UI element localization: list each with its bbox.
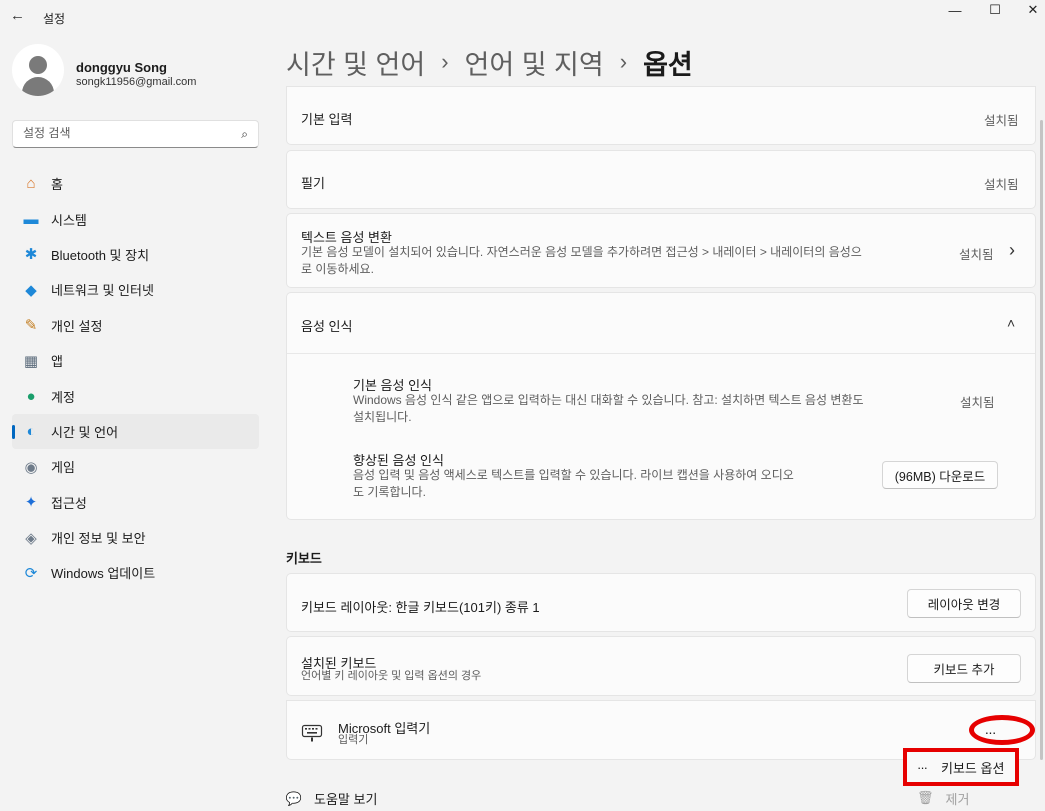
home-icon: ⌂ xyxy=(26,175,36,193)
breadcrumb-separator: › xyxy=(619,49,628,74)
download-button[interactable]: (96MB) 다운로드 xyxy=(882,461,998,489)
tts-status: 설치됨 xyxy=(959,248,994,262)
keyboard-layout-title: 키보드 레이아웃: 한글 키보드(101키) 종류 1 xyxy=(301,600,540,615)
speech-recognition-card: 음성 인식 ˄ 기본 음성 인식 Windows 음성 인식 같은 앱으로 입력… xyxy=(286,292,1036,520)
sidebar-item-home[interactable]: ⌂ 홈 xyxy=(12,166,259,201)
breadcrumb: 시간 및 언어 › 언어 및 지역 › 옵션 xyxy=(286,42,693,82)
annotation-ellipse xyxy=(969,715,1035,745)
sidebar-item-system[interactable]: ▬ 시스템 xyxy=(12,201,259,236)
trash-icon: 🗑 xyxy=(917,790,934,805)
sidebar-item-apps[interactable]: ▦ 앱 xyxy=(12,343,259,378)
close-button[interactable]: ✕ xyxy=(1010,0,1045,20)
sidebar-item-label: 접근성 xyxy=(51,495,87,511)
basic-speech-desc-line2: 설치됩니다. xyxy=(353,410,412,424)
keyboard-options-menu-item[interactable]: ··· 키보드 옵션 xyxy=(903,748,1019,786)
sidebar-item-account[interactable]: ● 계정 xyxy=(12,378,259,413)
account-icon: ● xyxy=(26,387,36,405)
keyboard-options-label: 키보드 옵션 xyxy=(941,760,1005,776)
update-icon: ⟳ xyxy=(24,564,38,582)
sidebar-item-label: 시간 및 언어 xyxy=(51,424,119,440)
shield-icon: ◈ xyxy=(25,529,37,547)
text-to-speech-card[interactable]: 텍스트 음성 변환 기본 음성 모델이 설치되어 있습니다. 자연스러운 음성 … xyxy=(286,213,1036,288)
basic-speech-desc-line1: Windows 음성 인식 같은 앱으로 입력하는 대신 대화할 수 있습니다.… xyxy=(353,393,864,407)
globe-clock-icon: ◐ xyxy=(26,422,36,440)
scrollbar[interactable] xyxy=(1040,120,1043,760)
help-label: 도움말 보기 xyxy=(314,792,378,807)
sidebar-item-wifi[interactable]: ◆ 네트워크 및 인터넷 xyxy=(12,272,259,307)
speech-recognition-header[interactable]: 음성 인식 ˄ xyxy=(287,293,1035,353)
page-title: 옵션 xyxy=(643,49,693,80)
basic-input-card: 기본 입력 설치됨 xyxy=(286,86,1036,145)
sidebar-item-gamepad[interactable]: ◉ 게임 xyxy=(12,449,259,484)
remove-menu-item[interactable]: 🗑 제거 xyxy=(903,786,1019,810)
remove-label: 제거 xyxy=(945,791,970,807)
breadcrumb-language-region[interactable]: 언어 및 지역 xyxy=(465,43,604,82)
breadcrumb-separator: › xyxy=(441,49,449,74)
breadcrumb-time-language[interactable]: 시간 및 언어 xyxy=(286,43,425,82)
more-icon: ··· xyxy=(917,759,928,775)
brush-icon: ✎ xyxy=(24,317,38,335)
keyboard-layout-card: 키보드 레이아웃: 한글 키보드(101키) 종류 1 레이아웃 변경 xyxy=(286,573,1036,632)
change-layout-button[interactable]: 레이아웃 변경 xyxy=(907,589,1021,618)
sidebar-item-label: 네트워크 및 인터넷 xyxy=(51,283,154,299)
add-keyboard-button[interactable]: 키보드 추가 xyxy=(907,654,1021,683)
handwriting-card: 필기 설치됨 xyxy=(286,150,1036,209)
chevron-right-icon[interactable]: › xyxy=(1009,240,1015,261)
keyboard-icon xyxy=(301,724,323,742)
sidebar-item-label: 홈 xyxy=(51,177,63,193)
chevron-up-icon[interactable]: ˄ xyxy=(1007,315,1015,331)
installed-keyboards-card: 설치된 키보드 언어별 키 레이아웃 및 입력 옵션의 경우 키보드 추가 xyxy=(286,636,1036,696)
settings-search[interactable]: ⌕ xyxy=(12,120,259,148)
wifi-icon: ◆ xyxy=(25,281,37,299)
help-link[interactable]: 💬 도움말 보기 xyxy=(285,789,378,808)
user-profile[interactable]: donggyu Song songk11956@gmail.com xyxy=(12,44,262,100)
divider xyxy=(287,353,1035,354)
speech-title: 음성 인식 xyxy=(301,319,353,334)
tts-desc-line1: 기본 음성 모델이 설치되어 있습니다. 자연스러운 음성 모델을 추가하려면 … xyxy=(301,245,862,259)
sidebar-nav: ⌂ 홈 ▬ 시스템 ✱ Bluetooth 및 장치 ◆ 네트워크 및 인터넷 ✎ 개인 설정 ▦ 앱… xyxy=(12,166,259,591)
sidebar-item-shield[interactable]: ◈ 개인 정보 및 보안 xyxy=(12,520,259,555)
accessibility-icon: ✦ xyxy=(24,494,38,512)
sidebar-item-globe-clock[interactable]: ◐ 시간 및 언어 xyxy=(12,413,259,450)
installed-keyboards-desc: 언어별 키 레이아웃 및 입력 옵션의 경우 xyxy=(301,670,482,682)
enhanced-speech-desc-line2: 도 기록합니다. xyxy=(353,485,426,499)
user-email: songk11956@gmail.com xyxy=(76,76,197,88)
sidebar-item-label: 게임 xyxy=(51,460,75,476)
sidebar-item-label: 개인 정보 및 보안 xyxy=(51,531,146,547)
avatar xyxy=(12,44,64,96)
sidebar-item-accessibility[interactable]: ✦ 접근성 xyxy=(12,485,259,520)
enhanced-speech-desc-line1: 음성 입력 및 음성 액세스로 텍스트를 입력할 수 있습니다. 라이브 캡션을… xyxy=(353,468,794,482)
ime-subtitle: 입력기 xyxy=(338,734,369,746)
sidebar-item-label: Windows 업데이트 xyxy=(51,566,156,582)
sidebar-item-label: 앱 xyxy=(51,354,63,370)
sidebar-item-label: 개인 설정 xyxy=(51,318,103,334)
sidebar-item-bluetooth[interactable]: ✱ Bluetooth 및 장치 xyxy=(12,237,259,272)
sidebar-item-label: 계정 xyxy=(51,389,75,405)
keyboard-section-title: 키보드 xyxy=(286,551,322,566)
app-title: 설정 xyxy=(43,12,66,26)
sidebar-item-label: 시스템 xyxy=(51,212,87,228)
basic-input-status: 설치됨 xyxy=(984,114,1019,128)
sidebar-item-update[interactable]: ⟳ Windows 업데이트 xyxy=(12,555,259,590)
handwriting-title: 필기 xyxy=(301,176,325,191)
title-bar: ← 설정 — ☐ ✕ xyxy=(0,0,1045,36)
basic-speech-status: 설치됨 xyxy=(960,396,995,410)
back-button[interactable]: ← xyxy=(10,7,30,27)
sidebar-item-brush[interactable]: ✎ 개인 설정 xyxy=(12,308,259,343)
search-icon[interactable]: ⌕ xyxy=(241,127,248,142)
search-input[interactable] xyxy=(23,126,233,140)
apps-icon: ▦ xyxy=(23,352,39,370)
gamepad-icon: ◉ xyxy=(24,458,38,476)
basic-input-title: 기본 입력 xyxy=(301,112,353,127)
sidebar-item-label: Bluetooth 및 장치 xyxy=(51,247,150,263)
tts-desc-line2: 로 이동하세요. xyxy=(301,262,374,276)
bluetooth-icon: ✱ xyxy=(24,246,38,264)
handwriting-status: 설치됨 xyxy=(984,178,1019,192)
help-icon: 💬 xyxy=(285,790,303,806)
system-icon: ▬ xyxy=(23,210,39,228)
user-name: donggyu Song xyxy=(76,60,167,75)
